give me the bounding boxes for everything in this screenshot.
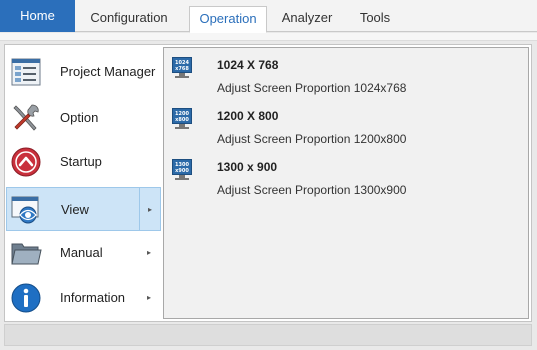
menu-item-project-manager[interactable]: Project Manager [6,50,161,94]
submenu-item-1024x768[interactable]: 1024 x768 1024 X 768 Adjust Screen Propo… [164,48,526,100]
menu-item-information[interactable]: Information ▸ [6,276,161,320]
monitor-screen-label: 1300 x900 [172,159,192,175]
tab-analyzer[interactable]: Analyzer [273,6,341,32]
submenu-item-description: Adjust Screen Proportion 1024x768 [217,81,407,95]
monitor-screen-label: 1024 x768 [172,57,192,73]
monitor-icon: 1300 x900 [172,159,192,181]
tab-home[interactable]: Home [0,0,75,32]
ribbon-strip [0,33,537,41]
menu-item-option[interactable]: Option [6,96,161,140]
menu-item-label: Project Manager [60,64,156,79]
submenu-divider [139,188,140,230]
tab-tools[interactable]: Tools [352,6,398,32]
submenu-arrow-icon: ▸ [147,248,152,257]
menu-item-label: Information [60,290,126,305]
ribbon-tab-bar: Home Configuration Operation Analyzer To… [0,0,537,33]
menu-item-manual[interactable]: Manual ▸ [6,231,161,275]
submenu-item-title: 1024 X 768 [217,58,279,72]
menu-item-startup[interactable]: Startup [6,140,161,184]
tools-icon [13,104,39,131]
bottom-bar [4,324,532,346]
menu-left-pane: Project Manager Option Startup View ▸ Ma… [5,45,162,321]
menu-item-view[interactable]: View ▸ [6,187,161,231]
dropdown-menu: Project Manager Option Startup View ▸ Ma… [4,44,532,322]
menu-item-label: View [61,202,89,217]
monitor-icon: 1024 x768 [172,57,192,79]
submenu-item-1200x800[interactable]: 1200 x800 1200 X 800 Adjust Screen Propo… [164,99,526,151]
startup-icon [11,147,41,177]
view-submenu: 1024 x768 1024 X 768 Adjust Screen Propo… [163,47,529,319]
monitor-base [175,76,189,78]
submenu-item-title: 1300 x 900 [217,160,278,174]
view-icon [11,196,39,224]
menu-item-label: Startup [60,154,102,169]
tab-operation[interactable]: Operation [189,6,267,33]
submenu-arrow-icon: ▸ [148,205,153,214]
submenu-item-title: 1200 X 800 [217,109,279,123]
submenu-item-description: Adjust Screen Proportion 1200x800 [217,132,407,146]
info-icon [11,283,41,313]
monitor-icon: 1200 x800 [172,108,192,130]
menu-item-label: Option [60,110,99,125]
folder-icon [11,243,42,265]
submenu-arrow-icon: ▸ [147,293,152,302]
monitor-base [175,178,189,180]
monitor-base [175,127,189,129]
submenu-item-1300x900[interactable]: 1300 x900 1300 x 900 Adjust Screen Propo… [164,150,526,202]
menu-item-label: Manual [60,245,103,260]
monitor-screen-label: 1200 x800 [172,108,192,124]
submenu-item-description: Adjust Screen Proportion 1300x900 [217,183,407,197]
tab-configuration[interactable]: Configuration [80,6,178,32]
project-manager-icon [11,58,41,86]
